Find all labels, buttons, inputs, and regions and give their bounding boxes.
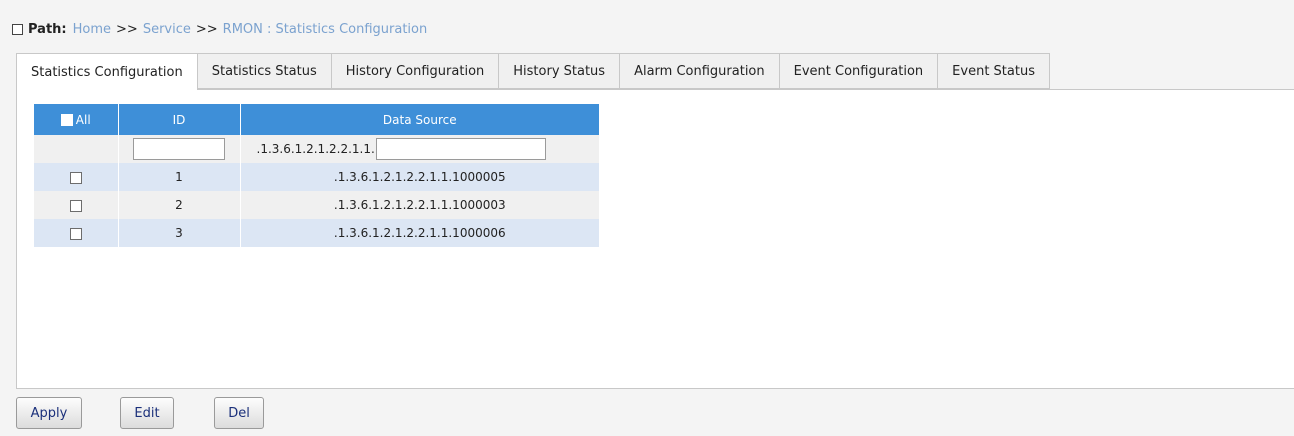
header-all-label: All [75,112,91,127]
new-entry-data-source-cell: .1.3.6.1.2.1.2.2.1.1. [240,135,599,163]
tab-history-configuration[interactable]: History Configuration [331,53,500,89]
row-checkbox-cell [34,191,119,219]
data-source-prefix: .1.3.6.1.2.1.2.2.1.1. [256,142,375,156]
row-checkbox[interactable] [69,227,82,240]
new-entry-row: .1.3.6.1.2.1.2.2.1.1. [34,135,599,163]
row-id: 2 [118,191,241,219]
select-all-checkbox[interactable] [60,113,73,126]
tab-alarm-configuration[interactable]: Alarm Configuration [620,53,780,89]
table-row[interactable]: 2 .1.3.6.1.2.1.2.2.1.1.1000003 [34,191,599,219]
delete-button[interactable]: Del [214,397,264,429]
breadcrumb-service[interactable]: Service [143,22,191,37]
tab-history-status[interactable]: History Status [499,53,621,89]
table-header-row: All ID Data Source [34,104,599,135]
statistics-table: All ID Data Source .1.3.6.1.2.1.2.2.1.1. [34,104,599,247]
row-data-source: .1.3.6.1.2.1.2.2.1.1.1000003 [240,191,599,219]
tab-statistics-status[interactable]: Statistics Status [197,53,332,89]
tab-panel: All ID Data Source .1.3.6.1.2.1.2.2.1.1. [16,89,1294,389]
table-row[interactable]: 3 .1.3.6.1.2.1.2.2.1.1.1000006 [34,219,599,247]
row-data-source: .1.3.6.1.2.1.2.2.1.1.1000006 [240,219,599,247]
data-source-input[interactable] [375,138,546,160]
row-checkbox[interactable] [69,171,82,184]
row-id: 1 [118,163,241,191]
breadcrumb-home[interactable]: Home [73,22,111,37]
path-square-icon [12,23,23,35]
header-data-source: Data Source [240,104,599,135]
tab-statistics-configuration[interactable]: Statistics Configuration [16,53,198,90]
path-label: Path: [28,21,67,37]
header-all: All [34,104,119,135]
new-entry-id-cell [118,135,241,163]
tab-event-status[interactable]: Event Status [938,53,1050,89]
id-input[interactable] [133,138,225,160]
breadcrumb-current: RMON : Statistics Configuration [222,21,428,37]
action-buttons: Apply Edit Del [16,397,264,429]
row-id: 3 [118,219,241,247]
row-checkbox[interactable] [69,199,82,212]
tab-bar: Statistics Configuration Statistics Stat… [16,53,1050,90]
table-row[interactable]: 1 .1.3.6.1.2.1.2.2.1.1.1000005 [34,163,599,191]
apply-button[interactable]: Apply [16,397,82,429]
breadcrumb-separator: >> [195,21,218,37]
breadcrumb: Path: Home >> Service >> RMON : Statisti… [12,18,427,40]
tab-event-configuration[interactable]: Event Configuration [779,53,939,89]
breadcrumb-separator: >> [116,21,138,37]
row-checkbox-cell [34,163,119,191]
row-checkbox-cell [34,219,119,247]
edit-button[interactable]: Edit [120,397,174,429]
header-id: ID [118,104,241,135]
new-entry-empty-cell [34,135,119,163]
row-data-source: .1.3.6.1.2.1.2.2.1.1.1000005 [240,163,599,191]
